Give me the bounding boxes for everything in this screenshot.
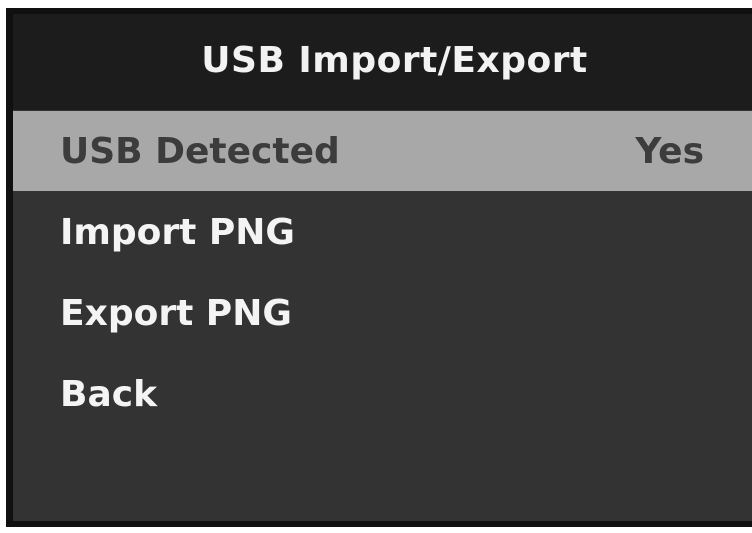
menu-item-label: Back xyxy=(60,373,158,415)
menu-screen: USB Import/Export USB Detected Yes Impor… xyxy=(13,14,752,521)
menu-item-label: Export PNG xyxy=(60,292,292,334)
menu-item-back[interactable]: Back xyxy=(13,354,752,434)
title-bar: USB Import/Export xyxy=(13,14,752,110)
menu-item-export-png[interactable]: Export PNG xyxy=(13,273,752,353)
menu-item-label: USB Detected xyxy=(60,130,340,172)
usb-status-value: Yes xyxy=(635,130,704,172)
menu-item-label: Import PNG xyxy=(60,211,295,253)
menu-item-import-png[interactable]: Import PNG xyxy=(13,192,752,272)
menu-item-usb-detected[interactable]: USB Detected Yes xyxy=(13,111,752,191)
page-title: USB Import/Export xyxy=(201,39,588,81)
